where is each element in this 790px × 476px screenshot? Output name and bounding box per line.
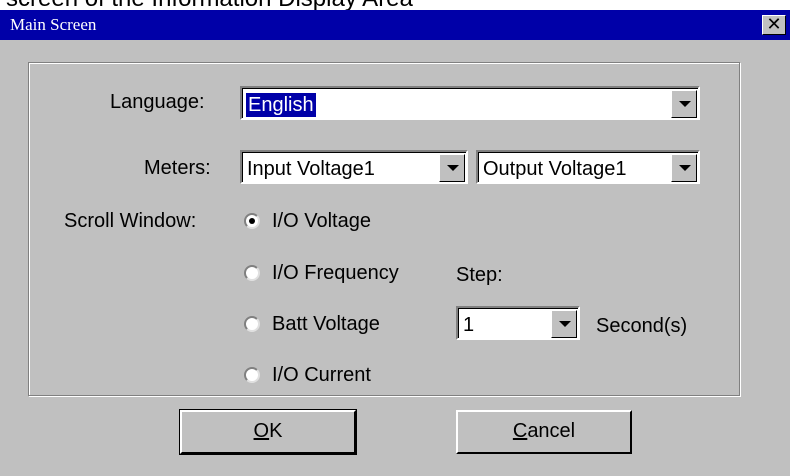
ok-button[interactable]: OK <box>179 409 357 455</box>
meters-label: Meters: <box>144 157 211 179</box>
radio-batt-voltage-label[interactable]: Batt Voltage <box>272 312 380 336</box>
radio-io-voltage-label[interactable]: I/O Voltage <box>272 209 371 233</box>
meters-left-value: Input Voltage1 <box>247 158 375 180</box>
language-dropdown-button[interactable] <box>671 90 697 118</box>
step-unit-label: Second(s) <box>596 315 688 337</box>
close-icon: ✕ <box>766 14 782 35</box>
step-select[interactable]: 1 <box>456 306 580 340</box>
step-value: 1 <box>463 314 475 336</box>
step-label: Step: <box>456 264 503 286</box>
cancel-button[interactable]: Cancel <box>456 410 632 454</box>
meters-right-dropdown-button[interactable] <box>671 154 697 182</box>
radio-io-current-label[interactable]: I/O Current <box>272 363 371 387</box>
radio-batt-voltage[interactable] <box>244 316 260 332</box>
meters-left-select[interactable]: Input Voltage1 <box>240 150 468 184</box>
radio-io-current[interactable] <box>244 367 260 383</box>
title-bar[interactable]: Main Screen ✕ <box>0 10 790 40</box>
scroll-window-label: Scroll Window: <box>64 210 197 232</box>
radio-io-voltage[interactable] <box>244 213 260 229</box>
dialog-window: Main Screen ✕ Language: English Meters: … <box>0 10 790 476</box>
radio-io-frequency-label[interactable]: I/O Frequency <box>272 261 399 285</box>
meters-right-value: Output Voltage1 <box>483 158 627 180</box>
cancel-mnemonic: C <box>512 420 528 442</box>
language-label: Language: <box>110 91 205 113</box>
close-button[interactable]: ✕ <box>762 15 786 35</box>
ok-mnemonic: O <box>253 420 270 442</box>
cancel-label-rest: ancel <box>527 420 576 442</box>
window-title: Main Screen <box>10 15 97 34</box>
language-value: English <box>246 93 316 117</box>
ok-label-rest: K <box>269 420 283 442</box>
step-dropdown-button[interactable] <box>551 310 577 338</box>
page-caption: screen of the Information Display Area <box>6 0 413 10</box>
language-select[interactable]: English <box>240 86 700 120</box>
meters-right-select[interactable]: Output Voltage1 <box>476 150 700 184</box>
radio-io-frequency[interactable] <box>244 265 260 281</box>
meters-left-dropdown-button[interactable] <box>439 154 465 182</box>
